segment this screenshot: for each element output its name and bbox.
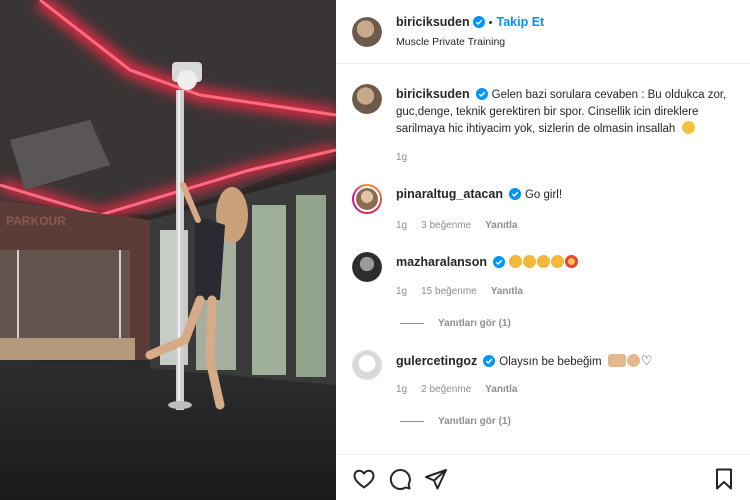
commenter-avatar[interactable] xyxy=(352,184,382,214)
bookmark-icon[interactable] xyxy=(712,467,736,491)
comment-time: 1g xyxy=(396,220,408,231)
comment-body: mazharalanson xyxy=(396,254,738,272)
header-line: biriciksuden • Takip Et xyxy=(396,13,544,31)
caption-meta: 1g xyxy=(396,152,421,163)
view-replies-label: Yanıtları gör (1) xyxy=(438,416,511,427)
post-caption: biriciksuden Gelen bazi sorulara cevaben … xyxy=(352,84,742,164)
post-header: biriciksuden • Takip Et Muscle Private Tra… xyxy=(336,0,750,64)
commenter-username[interactable]: mazharalanson xyxy=(396,255,487,269)
post-media[interactable]: PARKOUR xyxy=(0,0,336,500)
commenter-username[interactable]: gulercetingoz xyxy=(396,354,477,368)
hand-emoji-icon xyxy=(607,354,626,367)
view-replies-button[interactable]: Yanıtları gör (1) xyxy=(400,416,511,427)
verified-icon xyxy=(475,88,488,100)
caption-username[interactable]: biriciksuden xyxy=(396,87,470,101)
comment-meta: 1g 15 beğenme Yanıtla xyxy=(396,286,537,297)
clap-emoji-icon xyxy=(537,255,551,268)
comment-text: Olaysın be bebeğim xyxy=(499,356,602,368)
separator-dot: • xyxy=(488,17,493,29)
star-struck-emoji-icon xyxy=(565,255,579,268)
replies-divider xyxy=(400,420,424,422)
post-panel: biriciksuden • Takip Et Muscle Private Tra… xyxy=(336,0,750,500)
svg-text:PARKOUR: PARKOUR xyxy=(6,214,66,228)
commenter-avatar[interactable] xyxy=(352,252,382,282)
caption-body: biriciksuden Gelen bazi sorulara cevaben … xyxy=(396,86,738,138)
video-frame: PARKOUR xyxy=(0,0,336,500)
comment-meta: 1g 3 beğenme Yanıtla xyxy=(396,220,531,231)
author-avatar[interactable] xyxy=(352,17,382,47)
action-bar xyxy=(336,454,750,500)
commenter-avatar[interactable] xyxy=(352,350,382,380)
comment-item: mazharalanson 1g 15 beğenme Yanıtla Yanıtl… xyxy=(352,252,742,332)
ok-hand-emoji-icon xyxy=(626,354,640,367)
commenter-username[interactable]: pinaraltug_atacan xyxy=(396,187,503,201)
clap-emoji-icon xyxy=(523,255,537,268)
share-icon[interactable] xyxy=(424,467,448,491)
caption-avatar[interactable] xyxy=(352,84,382,114)
comment-item: pinaraltug_atacan Go girl! 1g 3 beğenme Yan… xyxy=(352,184,742,236)
grinning-sweat-emoji-icon xyxy=(681,121,695,134)
reply-button[interactable]: Yanıtla xyxy=(485,220,517,231)
comment-time: 1g xyxy=(396,384,408,395)
verified-icon xyxy=(472,16,485,28)
heart-icon[interactable] xyxy=(352,467,376,491)
reply-button[interactable]: Yanıtla xyxy=(485,384,517,395)
clap-emoji-icon xyxy=(551,255,565,268)
white-heart-icon: ♡ xyxy=(640,353,653,368)
view-replies-button[interactable]: Yanıtları gör (1) xyxy=(400,318,511,329)
comment-item: gulercetingoz Olaysın be bebeğim ♡ 1g 2 be… xyxy=(352,350,742,430)
comment-likes[interactable]: 15 beğenme xyxy=(421,286,477,297)
caption-time: 1g xyxy=(396,152,408,163)
clap-emoji-icon xyxy=(509,255,523,268)
location-link[interactable]: Muscle Private Training xyxy=(396,36,505,48)
author-username[interactable]: biriciksuden xyxy=(396,15,470,29)
reply-button[interactable]: Yanıtla xyxy=(491,286,523,297)
follow-button[interactable]: Takip Et xyxy=(497,15,545,29)
comment-icon[interactable] xyxy=(388,467,412,491)
view-replies-label: Yanıtları gör (1) xyxy=(438,318,511,329)
comment-body: pinaraltug_atacan Go girl! xyxy=(396,186,738,204)
verified-icon xyxy=(493,256,506,268)
verified-icon xyxy=(483,355,496,367)
comment-meta: 1g 2 beğenme Yanıtla xyxy=(396,384,531,395)
comment-likes[interactable]: 2 beğenme xyxy=(421,384,471,395)
comment-time: 1g xyxy=(396,286,408,297)
comment-text: Go girl! xyxy=(524,189,563,201)
comment-likes[interactable]: 3 beğenme xyxy=(421,220,471,231)
replies-divider xyxy=(400,322,424,324)
comment-body: gulercetingoz Olaysın be bebeğim ♡ xyxy=(396,352,738,371)
verified-icon xyxy=(508,188,521,200)
